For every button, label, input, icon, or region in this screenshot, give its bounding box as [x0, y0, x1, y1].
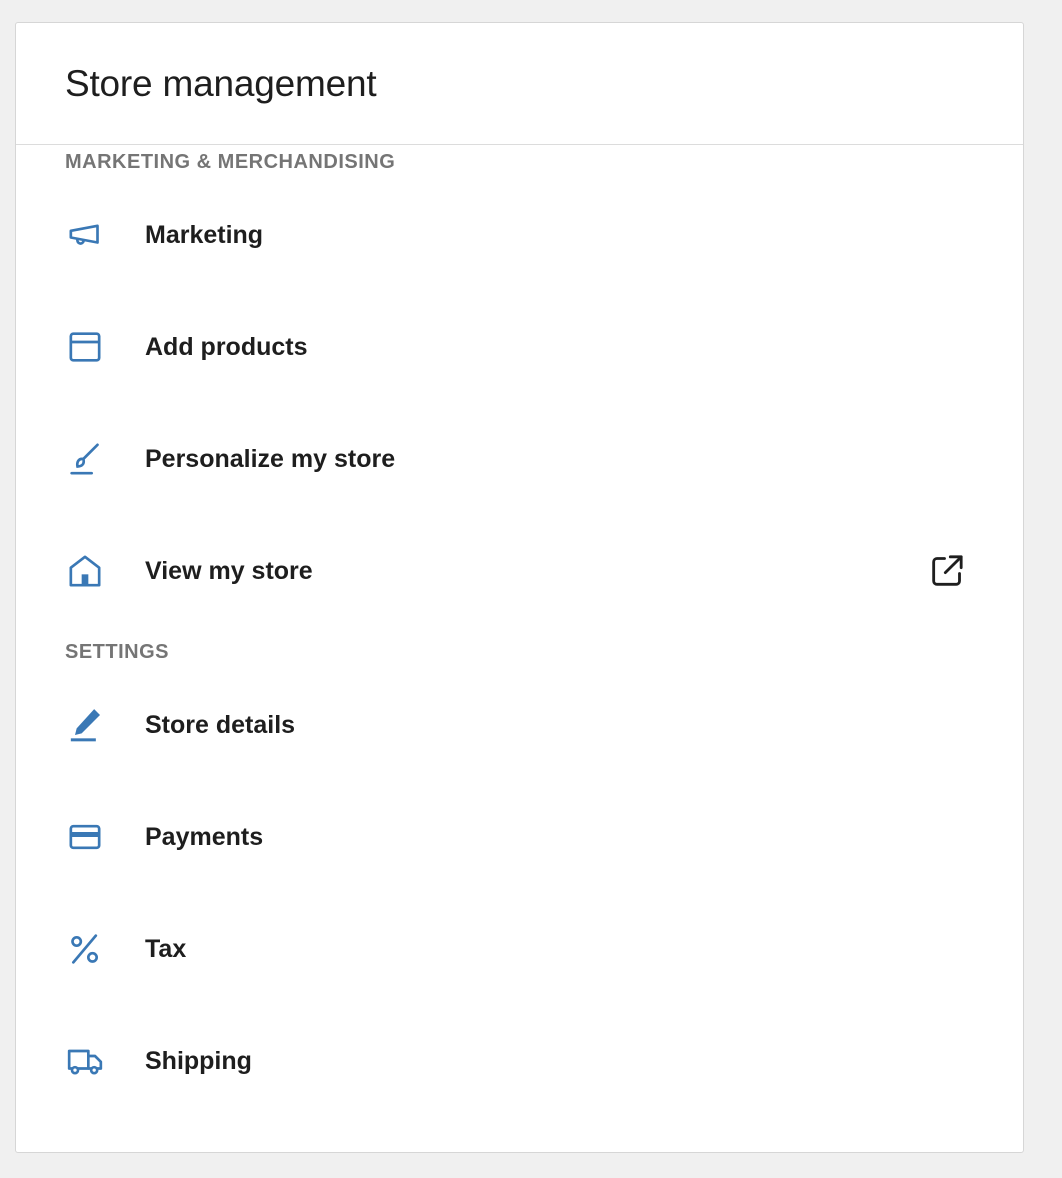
menu-item-label: Payments — [145, 822, 264, 851]
store-icon — [65, 548, 111, 594]
menu-item-label: Tax — [145, 934, 187, 963]
marketing-menu: Marketing Add products Personalize my st… — [16, 179, 1023, 627]
pencil-icon — [65, 702, 111, 748]
menu-item-personalize-my-store[interactable]: Personalize my store — [16, 403, 1023, 515]
menu-item-label: Shipping — [145, 1046, 252, 1075]
menu-item-label: Store details — [145, 710, 296, 739]
credit-card-icon — [65, 814, 111, 860]
menu-item-label: Personalize my store — [145, 444, 396, 473]
brush-icon — [65, 436, 111, 482]
menu-item-add-products[interactable]: Add products — [16, 291, 1023, 403]
percent-icon — [65, 926, 111, 972]
menu-item-shipping[interactable]: Shipping — [16, 1005, 1023, 1117]
menu-item-view-my-store[interactable]: View my store — [16, 515, 1023, 627]
settings-menu: Store details Payments Tax Shipping — [16, 669, 1023, 1117]
truck-icon — [65, 1038, 111, 1084]
megaphone-icon — [65, 212, 111, 258]
menu-item-payments[interactable]: Payments — [16, 781, 1023, 893]
external-link-icon[interactable] — [927, 551, 967, 591]
archive-box-icon — [65, 324, 111, 370]
menu-item-label: Marketing — [145, 220, 264, 249]
menu-item-tax[interactable]: Tax — [16, 893, 1023, 1005]
menu-item-marketing[interactable]: Marketing — [16, 179, 1023, 291]
card-header: Store management — [16, 23, 1023, 145]
section-label-marketing: MARKETING & MERCHANDISING — [65, 151, 396, 173]
menu-item-store-details[interactable]: Store details — [16, 669, 1023, 781]
menu-item-label: Add products — [145, 332, 308, 361]
card-title: Store management — [65, 62, 377, 104]
store-management-card: Store management MARKETING & MERCHANDISI… — [15, 22, 1024, 1153]
section-label-settings: SETTINGS — [65, 641, 170, 663]
menu-item-label: View my store — [145, 556, 313, 585]
